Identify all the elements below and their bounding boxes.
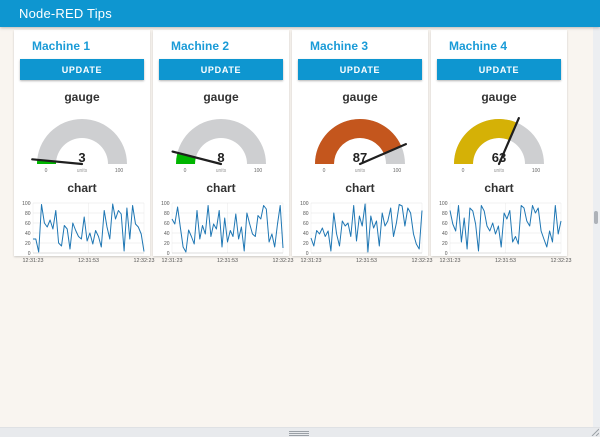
chart-y-tick-label: 20 xyxy=(24,241,30,247)
gauge-widget: gauge 63 units 0 100 xyxy=(431,90,567,176)
chart-y-tick-label: 0 xyxy=(444,251,447,257)
chart-x-tick-label: 12:31:53 xyxy=(217,258,238,264)
chart-y-tick-label: 0 xyxy=(166,251,169,257)
chart-x-tick-label: 12:31:23 xyxy=(439,258,460,264)
chart-widget: chart 02040608010012:31:2312:31:5312:32:… xyxy=(431,181,567,267)
machine-group-card: Machine 4 UPDATE gauge 63 units 0 100 ch… xyxy=(431,30,567,256)
chart-x-tick-label: 12:32:23 xyxy=(272,258,293,264)
chart-y-tick-label: 40 xyxy=(302,231,308,237)
chart-x-tick-label: 12:32:23 xyxy=(550,258,571,264)
chart: 02040608010012:31:2312:31:5312:32:23 xyxy=(434,197,565,267)
chart-title: chart xyxy=(14,181,150,195)
chart-y-tick-label: 0 xyxy=(27,251,30,257)
gauge-min-label: 0 xyxy=(45,168,48,174)
gauge-max-label: 100 xyxy=(393,168,402,174)
update-button[interactable]: UPDATE xyxy=(298,59,422,80)
chart-y-tick-label: 20 xyxy=(302,241,308,247)
chart-widget: chart 02040608010012:31:2312:31:5312:32:… xyxy=(153,181,289,267)
chart-y-tick-label: 100 xyxy=(300,201,309,207)
chart: 02040608010012:31:2312:31:5312:32:23 xyxy=(295,197,426,267)
gauge-value: 8 xyxy=(217,150,224,165)
gauge-widget: gauge 87 units 0 100 xyxy=(292,90,428,176)
gauge-value: 63 xyxy=(492,150,506,165)
group-title: Machine 3 xyxy=(292,30,428,59)
chart: 02040608010012:31:2312:31:5312:32:23 xyxy=(17,197,148,267)
window-resize-grip[interactable] xyxy=(591,428,599,436)
chart-y-tick-label: 80 xyxy=(163,211,169,217)
update-button[interactable]: UPDATE xyxy=(437,59,561,80)
chart-widget: chart 02040608010012:31:2312:31:5312:32:… xyxy=(14,181,150,267)
chart-x-tick-label: 12:32:23 xyxy=(133,258,154,264)
gauge-min-label: 0 xyxy=(184,168,187,174)
chart-y-tick-label: 100 xyxy=(439,201,448,207)
chart-y-tick-label: 20 xyxy=(163,241,169,247)
chart-widget: chart 02040608010012:31:2312:31:5312:32:… xyxy=(292,181,428,267)
update-button[interactable]: UPDATE xyxy=(159,59,283,80)
gauge-value-arc xyxy=(454,119,517,164)
chart: 02040608010012:31:2312:31:5312:32:23 xyxy=(156,197,287,267)
chart-y-tick-label: 40 xyxy=(24,231,30,237)
window-bottom-bar xyxy=(0,427,600,437)
gauge: 87 units 0 100 xyxy=(300,106,420,176)
chart-title: chart xyxy=(431,181,567,195)
gauge-title: gauge xyxy=(292,90,428,104)
gauge: 3 units 0 100 xyxy=(22,106,142,176)
machine-group-card: Machine 2 UPDATE gauge 8 units 0 100 cha… xyxy=(153,30,289,256)
chart-x-tick-label: 12:31:23 xyxy=(22,258,43,264)
group-title: Machine 1 xyxy=(14,30,150,59)
chart-y-tick-label: 80 xyxy=(24,211,30,217)
gauge-value: 3 xyxy=(78,150,85,165)
machine-groups: Machine 1 UPDATE gauge 3 units 0 100 cha… xyxy=(14,30,567,256)
gauge-units-label: units xyxy=(216,168,227,174)
gauge-widget: gauge 3 units 0 100 xyxy=(14,90,150,176)
vertical-scrollbar-thumb[interactable] xyxy=(594,211,598,224)
machine-group-card: Machine 1 UPDATE gauge 3 units 0 100 cha… xyxy=(14,30,150,256)
window-drag-grip[interactable] xyxy=(289,431,309,436)
chart-x-tick-label: 12:31:53 xyxy=(78,258,99,264)
chart-y-tick-label: 20 xyxy=(441,241,447,247)
chart-y-tick-label: 40 xyxy=(163,231,169,237)
gauge: 8 units 0 100 xyxy=(161,106,281,176)
gauge-units-label: units xyxy=(355,168,366,174)
gauge-min-label: 0 xyxy=(462,168,465,174)
chart-x-tick-label: 12:31:53 xyxy=(495,258,516,264)
gauge-value: 87 xyxy=(353,150,367,165)
titlebar: Node-RED Tips xyxy=(0,0,600,27)
machine-group-card: Machine 3 UPDATE gauge 87 units 0 100 ch… xyxy=(292,30,428,256)
chart-x-tick-label: 12:32:23 xyxy=(411,258,432,264)
gauge-units-label: units xyxy=(494,168,505,174)
chart-y-tick-label: 60 xyxy=(163,221,169,227)
chart-y-tick-label: 100 xyxy=(22,201,31,207)
chart-y-tick-label: 40 xyxy=(441,231,447,237)
gauge-widget: gauge 8 units 0 100 xyxy=(153,90,289,176)
chart-y-tick-label: 0 xyxy=(305,251,308,257)
gauge-max-label: 100 xyxy=(532,168,541,174)
gauge-units-label: units xyxy=(77,168,88,174)
app-title: Node-RED Tips xyxy=(0,6,112,21)
gauge-title: gauge xyxy=(14,90,150,104)
gauge-title: gauge xyxy=(153,90,289,104)
gauge-max-label: 100 xyxy=(254,168,263,174)
chart-x-tick-label: 12:31:23 xyxy=(161,258,182,264)
chart-y-tick-label: 100 xyxy=(161,201,170,207)
chart-title: chart xyxy=(153,181,289,195)
gauge-min-label: 0 xyxy=(323,168,326,174)
chart-y-tick-label: 80 xyxy=(441,211,447,217)
chart-title: chart xyxy=(292,181,428,195)
chart-y-tick-label: 60 xyxy=(24,221,30,227)
group-title: Machine 4 xyxy=(431,30,567,59)
gauge-max-label: 100 xyxy=(115,168,124,174)
vertical-scrollbar[interactable] xyxy=(593,27,600,427)
update-button[interactable]: UPDATE xyxy=(20,59,144,80)
group-title: Machine 2 xyxy=(153,30,289,59)
chart-y-tick-label: 60 xyxy=(441,221,447,227)
chart-x-tick-label: 12:31:53 xyxy=(356,258,377,264)
chart-y-tick-label: 60 xyxy=(302,221,308,227)
gauge: 63 units 0 100 xyxy=(439,106,559,176)
chart-x-tick-label: 12:31:23 xyxy=(300,258,321,264)
chart-y-tick-label: 80 xyxy=(302,211,308,217)
gauge-title: gauge xyxy=(431,90,567,104)
